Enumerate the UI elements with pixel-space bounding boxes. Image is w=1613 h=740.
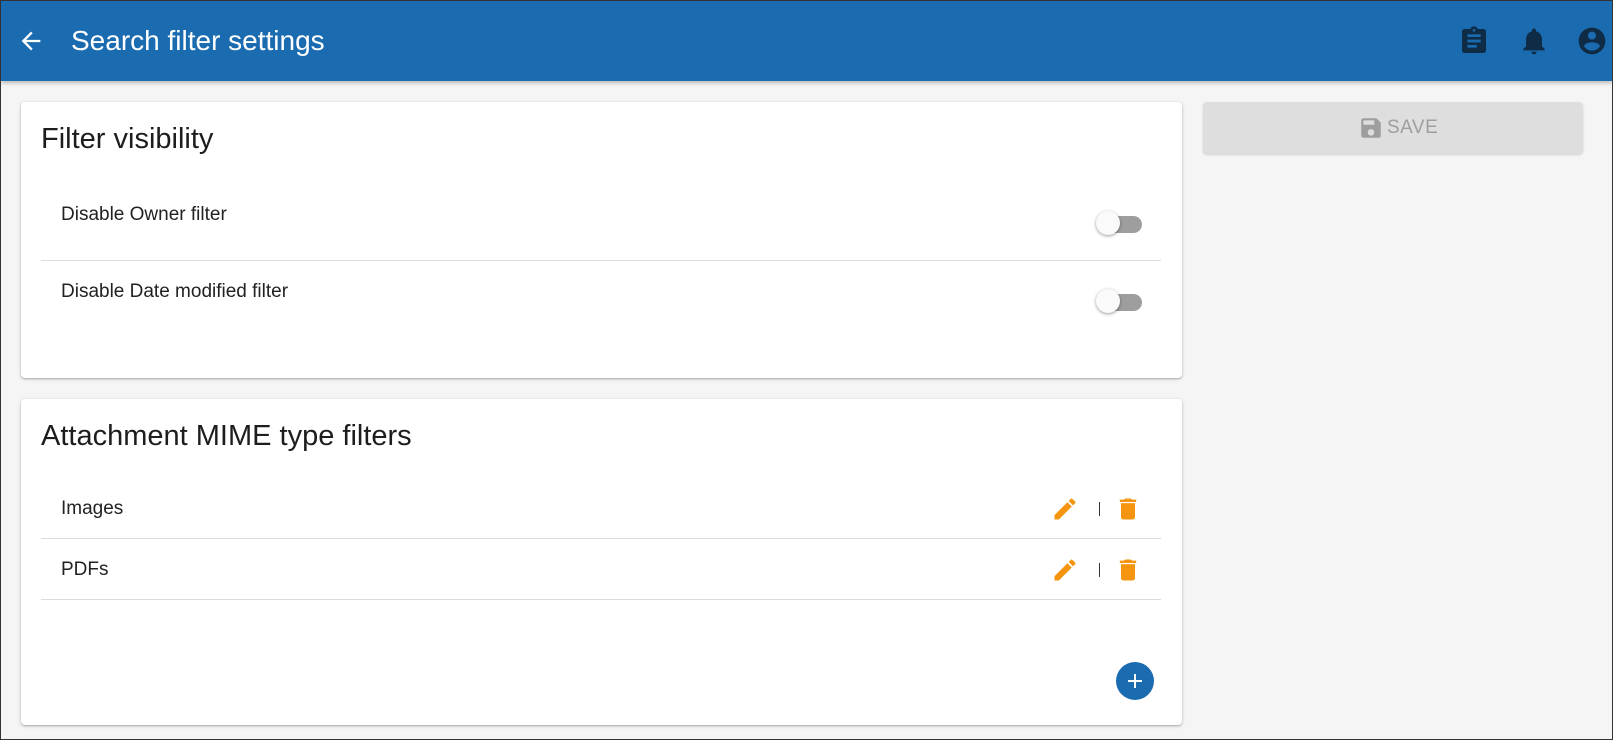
account-circle-icon[interactable] bbox=[1576, 25, 1608, 57]
owner-filter-label: Disable Owner filter bbox=[61, 204, 227, 225]
page-title: Search filter settings bbox=[71, 25, 325, 56]
save-button[interactable]: SAVE bbox=[1203, 102, 1583, 154]
mime-filters-title: Attachment MIME type filters bbox=[41, 420, 412, 452]
mime-filters-card: Attachment MIME type filters Images PDFs bbox=[21, 399, 1182, 725]
toggle-thumb bbox=[1096, 289, 1120, 313]
date-modified-filter-label: Disable Date modified filter bbox=[61, 281, 289, 302]
filter-visibility-card: Filter visibility Disable Owner filter D… bbox=[21, 102, 1182, 378]
owner-filter-toggle[interactable] bbox=[1096, 210, 1144, 236]
delete-icon[interactable] bbox=[1114, 556, 1142, 584]
app-bar: Search filter settings bbox=[1, 1, 1612, 81]
delete-icon[interactable] bbox=[1114, 495, 1142, 523]
filter-visibility-title: Filter visibility bbox=[41, 123, 214, 155]
edit-icon[interactable] bbox=[1051, 495, 1079, 523]
edit-icon[interactable] bbox=[1051, 556, 1079, 584]
mime-filter-row: PDFs bbox=[41, 539, 1161, 600]
date-modified-filter-toggle[interactable] bbox=[1096, 288, 1144, 314]
mime-filter-row: Images bbox=[41, 478, 1161, 539]
save-label: SAVE bbox=[1387, 117, 1439, 138]
mime-filter-label: Images bbox=[61, 498, 124, 519]
add-icon bbox=[1128, 674, 1142, 688]
app-window: Search filter settings Filter visibility… bbox=[0, 0, 1613, 740]
arrow-back-icon[interactable] bbox=[17, 27, 45, 55]
add-filter-button[interactable] bbox=[1116, 662, 1154, 700]
owner-filter-row: Disable Owner filter bbox=[41, 182, 1161, 261]
action-separator bbox=[1099, 502, 1100, 516]
toggle-thumb bbox=[1096, 211, 1120, 235]
action-separator bbox=[1099, 563, 1100, 577]
mime-filter-label: PDFs bbox=[61, 559, 109, 580]
bell-icon[interactable] bbox=[1518, 25, 1550, 57]
save-icon bbox=[1361, 118, 1381, 138]
date-modified-filter-row: Disable Date modified filter bbox=[41, 261, 1161, 339]
clipboard-icon[interactable] bbox=[1458, 25, 1490, 57]
